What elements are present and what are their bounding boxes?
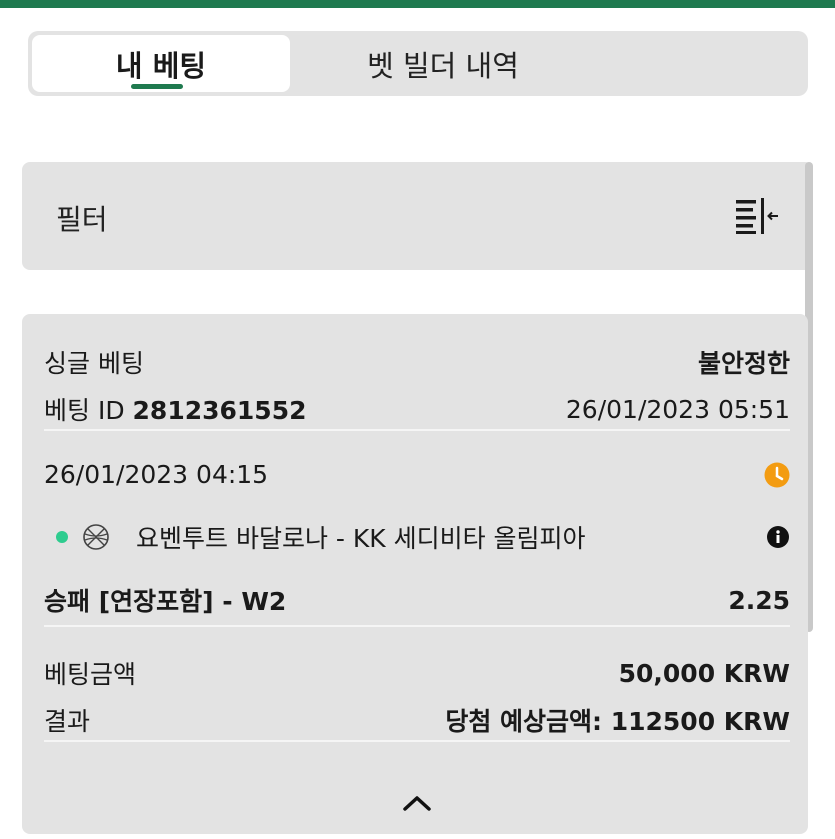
bet-tabs: 내 베팅 벳 빌더 내역 <box>28 31 808 96</box>
bet-id-row: 베팅 ID 2812361552 26/01/2023 05:51 <box>44 391 790 427</box>
tab-bet-builder-history[interactable]: 벳 빌더 내역 <box>298 35 588 92</box>
bet-id-label: 베팅 ID <box>44 396 133 425</box>
result-row: 결과 당첨 예상금액: 112500 KRW <box>44 702 790 738</box>
stake-value: 50,000 KRW <box>618 658 790 688</box>
market-name: 승패 [연장포함] - W2 <box>44 587 287 616</box>
odds-value: 2.25 <box>728 585 790 615</box>
clock-icon <box>764 462 790 487</box>
bet-status: 불안정한 <box>697 349 790 378</box>
potential-win: 당첨 예상금액: 112500 KRW <box>445 707 790 736</box>
filter-label: 필터 <box>56 203 108 236</box>
event-time-row: 26/01/2023 04:15 <box>44 460 790 489</box>
chevron-up-icon[interactable] <box>400 792 434 814</box>
stake-row: 베팅금액 50,000 KRW <box>44 655 790 691</box>
filter-panel[interactable]: 필터 <box>22 162 813 270</box>
bet-type: 싱글 베팅 <box>44 349 144 378</box>
basketball-icon <box>83 524 109 550</box>
bet-header-row: 싱글 베팅 불안정한 <box>44 344 790 380</box>
active-tab-indicator <box>131 84 183 89</box>
bet-id: 베팅 ID 2812361552 <box>44 391 306 427</box>
divider <box>44 429 790 431</box>
event-time: 26/01/2023 04:15 <box>44 460 269 489</box>
collapse-filter-icon[interactable] <box>734 197 780 235</box>
top-accent-bar <box>0 0 835 8</box>
tab-my-bets-label: 내 베팅 <box>115 48 207 83</box>
bet-id-value: 2812361552 <box>132 396 307 425</box>
divider <box>44 740 790 742</box>
match-row[interactable]: 요벤투트 바달로나 - KK 세디비타 올림피아 <box>56 519 790 555</box>
info-icon[interactable] <box>766 525 790 549</box>
market-row: 승패 [연장포함] - W2 2.25 <box>44 582 790 618</box>
match-name: 요벤투트 바달로나 - KK 세디비타 올림피아 <box>136 524 586 553</box>
bet-placed-time: 26/01/2023 05:51 <box>565 394 790 424</box>
live-dot-icon <box>56 531 68 543</box>
divider <box>44 625 790 627</box>
bet-card: 싱글 베팅 불안정한 베팅 ID 2812361552 26/01/2023 0… <box>22 314 808 834</box>
tab-my-bets[interactable]: 내 베팅 <box>32 35 290 92</box>
result-label: 결과 <box>44 707 91 736</box>
tab-bet-builder-label: 벳 빌더 내역 <box>367 48 519 83</box>
stake-label: 베팅금액 <box>44 660 137 689</box>
